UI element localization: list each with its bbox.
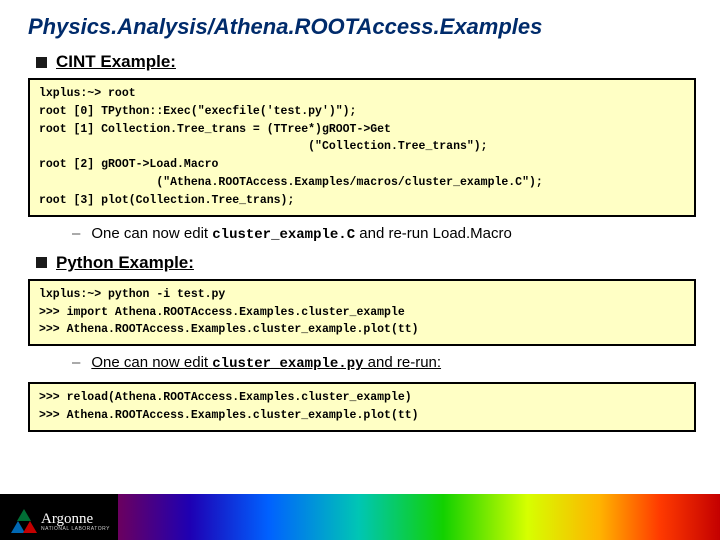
footer: Argonne NATIONAL LABORATORY	[0, 494, 720, 540]
note-cint-mono: cluster_example.C	[212, 227, 355, 243]
section-python: Python Example:	[0, 251, 720, 277]
note-python-post: and re-run:	[364, 354, 442, 371]
note-cint-text: One can now edit cluster_example.C and r…	[91, 225, 512, 243]
note-cint-pre: One can now edit	[91, 225, 212, 242]
argonne-text: Argonne NATIONAL LABORATORY	[41, 512, 110, 532]
square-bullet-icon	[36, 57, 47, 68]
argonne-brand: Argonne	[41, 512, 110, 527]
dash-icon: –	[72, 225, 80, 242]
section-label-python: Python Example:	[56, 253, 194, 273]
note-cint: – One can now edit cluster_example.C and…	[0, 221, 720, 251]
argonne-sub: NATIONAL LABORATORY	[41, 527, 110, 532]
note-cint-post: and re-run Load.Macro	[355, 225, 512, 242]
argonne-logo: Argonne NATIONAL LABORATORY	[11, 509, 110, 535]
note-python: – One can now edit cluster_example.py an…	[0, 350, 720, 380]
dash-icon: –	[72, 354, 80, 371]
spectrum-bar	[118, 494, 720, 540]
note-python-line: – One can now edit cluster_example.py an…	[72, 354, 692, 372]
page-title: Physics.Analysis/Athena.ROOTAccess.Examp…	[0, 0, 720, 50]
argonne-triangle-icon	[11, 509, 37, 535]
note-cint-line: – One can now edit cluster_example.C and…	[72, 225, 692, 243]
bullet-python: Python Example:	[36, 253, 692, 273]
section-label-cint: CINT Example:	[56, 52, 176, 72]
code-block-python: lxplus:~> python -i test.py >>> import A…	[28, 279, 696, 346]
note-python-mono: cluster_example.py	[212, 356, 363, 372]
code-block-reload: >>> reload(Athena.ROOTAccess.Examples.cl…	[28, 382, 696, 432]
section-cint: CINT Example:	[0, 50, 720, 76]
slide: Physics.Analysis/Athena.ROOTAccess.Examp…	[0, 0, 720, 540]
bullet-cint: CINT Example:	[36, 52, 692, 72]
code-block-cint: lxplus:~> root root [0] TPython::Exec("e…	[28, 78, 696, 217]
note-python-pre: One can now edit	[91, 354, 212, 371]
note-python-text: One can now edit cluster_example.py and …	[91, 354, 441, 372]
square-bullet-icon	[36, 257, 47, 268]
